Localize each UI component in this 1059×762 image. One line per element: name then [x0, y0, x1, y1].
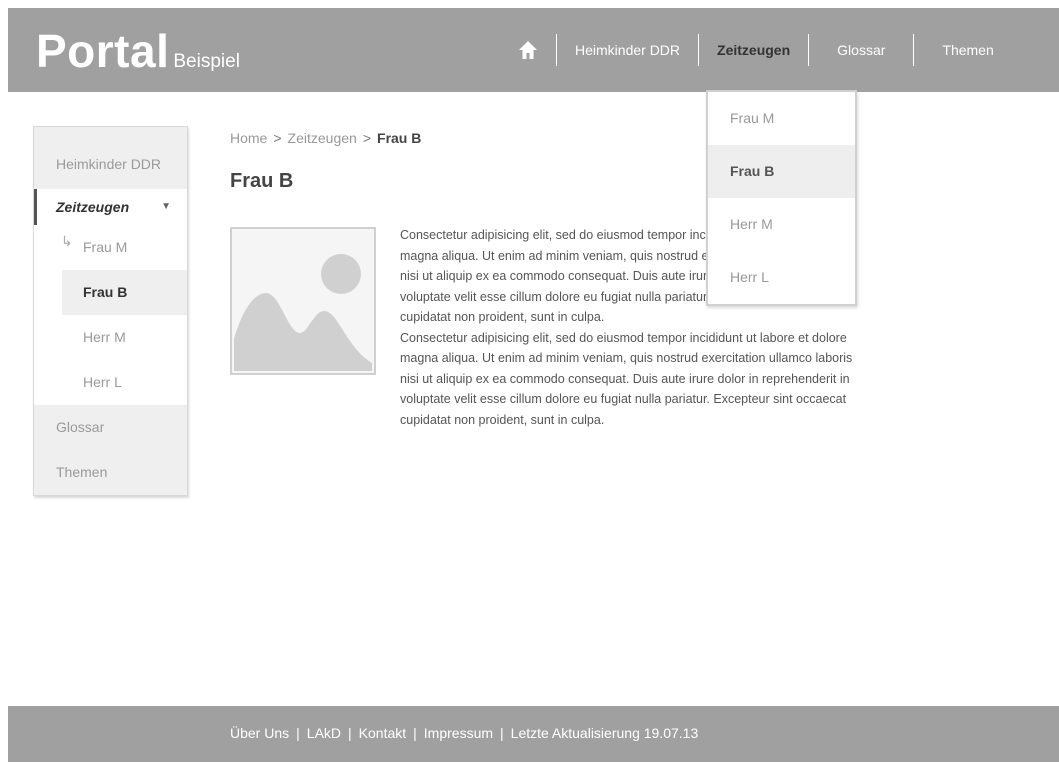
paragraph: Consectetur adipisicing elit, sed do eiu… [400, 330, 853, 427]
subitem-hook-icon: ↳ [61, 233, 73, 249]
footer-bar: Über Uns | LAkD | Kontakt | Impressum | Letzte A… [8, 706, 1059, 762]
breadcrumb-zeitzeugen[interactable]: Zeitzeugen [288, 130, 357, 146]
breadcrumb-current: Frau B [377, 130, 422, 146]
footer-separator: | [500, 725, 504, 741]
sidebar-item-glossar[interactable]: Glossar [34, 405, 187, 450]
caret-down-icon[interactable]: ▼ [161, 189, 171, 225]
logo-main-text: Portal [36, 25, 170, 77]
footer-link-impressum[interactable]: Impressum [424, 725, 493, 741]
dropdown-item-frau-m[interactable]: Frau M [708, 92, 855, 145]
footer-last-updated: Letzte Aktualisierung 19.07.13 [510, 725, 699, 741]
sidebar-nav: Heimkinder DDR Zeitzeugen ▼ ↳ Frau M Fra… [33, 126, 188, 496]
breadcrumb-home[interactable]: Home [230, 130, 267, 146]
nav-item-zeitzeugen[interactable]: Zeitzeugen [698, 34, 808, 66]
sidebar-item-themen[interactable]: Themen [34, 450, 187, 495]
dropdown-item-herr-l[interactable]: Herr L [708, 251, 855, 304]
breadcrumb-separator: > [273, 130, 282, 146]
footer-link-lakd[interactable]: LAkD [307, 725, 341, 741]
sidebar-item-herr-m[interactable]: Herr M [34, 315, 187, 360]
footer-separator: | [348, 725, 352, 741]
sidebar-item-zeitzeugen-label: Zeitzeugen [56, 199, 130, 215]
footer-separator: | [413, 725, 417, 741]
sidebar-item-zeitzeugen[interactable]: Zeitzeugen ▼ [34, 189, 187, 225]
sidebar-item-frau-m-label: Frau M [83, 239, 128, 255]
nav-item-heimkinder-ddr[interactable]: Heimkinder DDR [556, 34, 698, 66]
top-navigation: Heimkinder DDR Zeitzeugen Glossar Themen [556, 34, 1022, 66]
page-left-margin [0, 0, 8, 762]
breadcrumb: Home > Zeitzeugen > Frau B [230, 130, 421, 146]
nav-item-themen[interactable]: Themen [913, 34, 1021, 66]
site-logo[interactable]: Portal Beispiel [36, 24, 240, 78]
footer-separator: | [296, 725, 300, 741]
sidebar-item-heimkinder-ddr[interactable]: Heimkinder DDR [34, 127, 187, 189]
footer-links: Über Uns | LAkD | Kontakt | Impressum | Letzte A… [230, 725, 698, 741]
home-icon[interactable] [518, 40, 538, 60]
page-title: Frau B [230, 170, 294, 192]
zeitzeugen-dropdown-menu: Frau M Frau B Herr M Herr L [706, 90, 857, 306]
image-placeholder-icon [230, 227, 376, 375]
breadcrumb-separator: > [362, 130, 372, 146]
dropdown-item-herr-m[interactable]: Herr M [708, 198, 855, 251]
logo-sub-text: Beispiel [173, 51, 240, 72]
header-bar: Portal Beispiel Heimkinder DDR Zeitzeugen… [8, 8, 1059, 92]
footer-link-kontakt[interactable]: Kontakt [359, 725, 406, 741]
sidebar-item-herr-l[interactable]: Herr L [34, 360, 187, 405]
footer-link-ueber-uns[interactable]: Über Uns [230, 725, 289, 741]
page: Portal Beispiel Heimkinder DDR Zeitzeugen… [0, 0, 1059, 762]
sidebar-item-frau-b[interactable]: Frau B [62, 270, 187, 315]
sidebar-item-frau-m[interactable]: ↳ Frau M [34, 225, 187, 270]
nav-item-glossar[interactable]: Glossar [808, 34, 913, 66]
dropdown-item-frau-b[interactable]: Frau B [708, 145, 855, 198]
